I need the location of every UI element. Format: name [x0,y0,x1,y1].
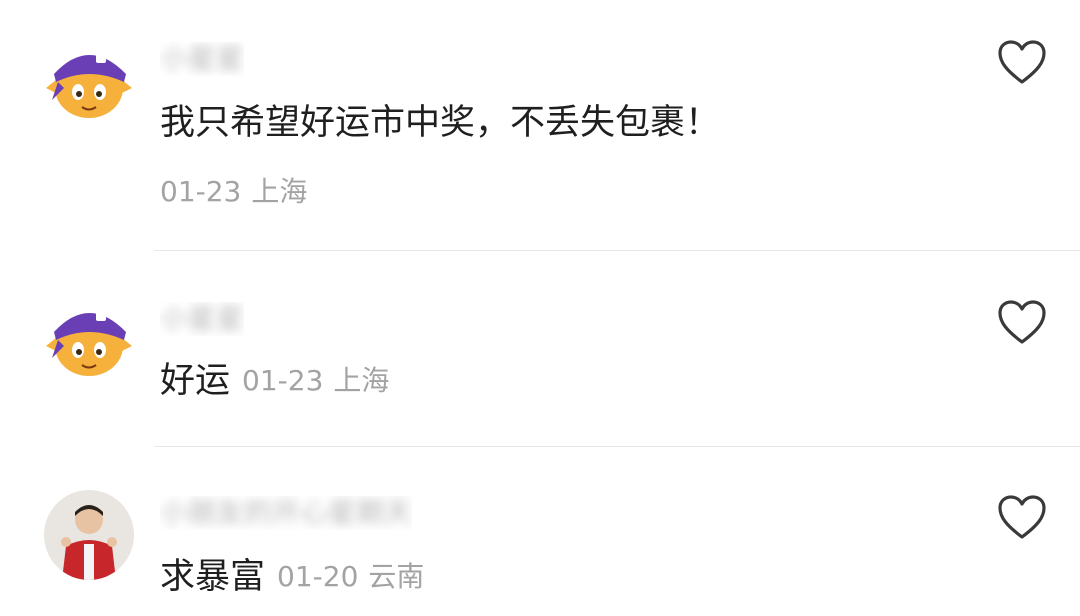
comment-date: 01-20 [277,560,359,593]
username[interactable]: 小星星 [160,302,244,336]
avatar[interactable] [44,36,134,126]
comment-text: 好运 [160,361,231,401]
like-button[interactable] [996,493,1048,541]
child-photo-icon [44,490,134,580]
comment-date: 01-23 [242,364,324,397]
comment-location: 云南 [368,560,425,593]
comment-text-line: 好运 01-23 上海 [160,358,389,404]
like-button[interactable] [996,38,1048,86]
avatar[interactable] [44,490,134,580]
comment-location: 上海 [251,175,308,208]
username[interactable]: 小星星 [160,42,244,76]
username[interactable]: 小朋友的开心星期天 [160,496,412,530]
heart-outline-icon [998,40,1046,84]
username-text: 小朋友的开心星期天 [160,496,413,529]
divider [154,250,1080,251]
comment-text: 求暴富 [160,557,266,597]
heart-outline-icon [998,495,1046,539]
purple-bandana-cartoon-icon [46,54,132,118]
comment-meta: 01-23 上海 [242,364,389,397]
purple-bandana-cartoon-icon [46,312,132,376]
comment-date: 01-23 [160,175,242,208]
comment-meta: 01-20 云南 [277,560,424,593]
divider [154,446,1080,447]
comment-meta: 01-23 上海 [160,174,307,210]
avatar[interactable] [44,294,134,384]
comment-text-line: 求暴富 01-20 云南 [160,554,424,600]
comment-location: 上海 [333,364,390,397]
comment-text: 我只希望好运市中奖，不丢失包裹！ [160,103,721,143]
like-button[interactable] [996,298,1048,346]
username-text: 小星星 [160,42,245,75]
heart-outline-icon [998,300,1046,344]
username-text: 小星星 [160,302,245,335]
